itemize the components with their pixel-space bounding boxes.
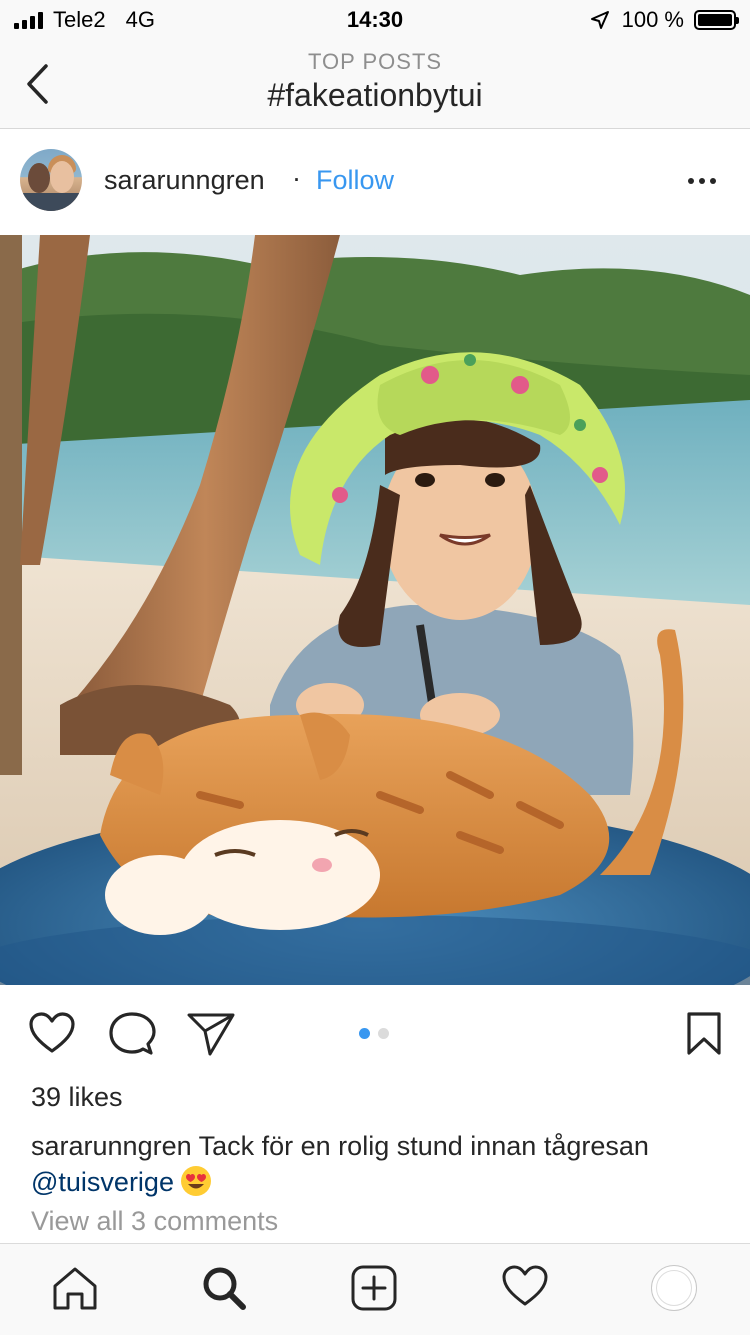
page-title: #fakeationbytui [267,77,483,113]
tab-profile[interactable] [651,1265,697,1311]
more-options-button[interactable] [688,169,724,193]
carousel-dot-active [359,1028,370,1039]
caption-text: Tack för en rolig stund innan tågresan [191,1131,649,1161]
save-button[interactable] [686,1011,722,1062]
post-username[interactable]: sararunngren [104,165,265,196]
status-bar-right: 100 % [590,7,739,33]
carousel-dot [378,1028,389,1039]
comment-button[interactable] [108,1011,156,1062]
post-actions [0,985,750,1080]
home-icon [53,1267,97,1310]
likes-count[interactable]: 39 likes [31,1082,123,1113]
add-icon [351,1265,397,1311]
post-header: sararunngren · Follow [0,129,750,235]
tab-new-post[interactable] [350,1264,398,1317]
location-arrow-icon [590,11,609,29]
tab-activity[interactable] [501,1264,549,1315]
post-photo[interactable] [0,235,750,985]
caption-username[interactable]: sararunngren [31,1131,192,1161]
like-button[interactable] [28,1011,76,1060]
tab-bar [0,1243,750,1335]
avatar[interactable] [20,149,82,211]
battery-percent: 100 % [621,7,684,32]
profile-avatar-icon [656,1270,692,1306]
username-separator: · [292,163,301,193]
photo-illustration [0,235,750,985]
tab-home[interactable] [51,1264,99,1317]
nav-header: TOP POSTS #fakeationbytui [0,40,750,129]
page-subtitle: TOP POSTS [307,49,443,74]
caption-mention[interactable]: @tuisverige [31,1167,174,1197]
share-button[interactable] [186,1011,236,1062]
post-caption: sararunngren Tack för en rolig stund inn… [31,1128,721,1206]
comment-icon [109,1012,156,1055]
tab-search[interactable] [200,1264,248,1317]
battery-icon [694,10,739,30]
status-bar: Tele2 4G 14:30 100 % [0,0,750,40]
more-horizontal-icon [688,178,694,184]
bookmark-icon [687,1012,721,1055]
activity-heart-icon [502,1265,548,1306]
carousel-indicator [359,1028,389,1039]
heart-icon [29,1012,75,1053]
share-icon [187,1013,235,1056]
view-comments-link[interactable]: View all 3 comments [31,1206,278,1237]
follow-button[interactable]: Follow [316,165,394,196]
search-icon [203,1267,246,1310]
heart-eyes-emoji-icon [180,1165,212,1206]
